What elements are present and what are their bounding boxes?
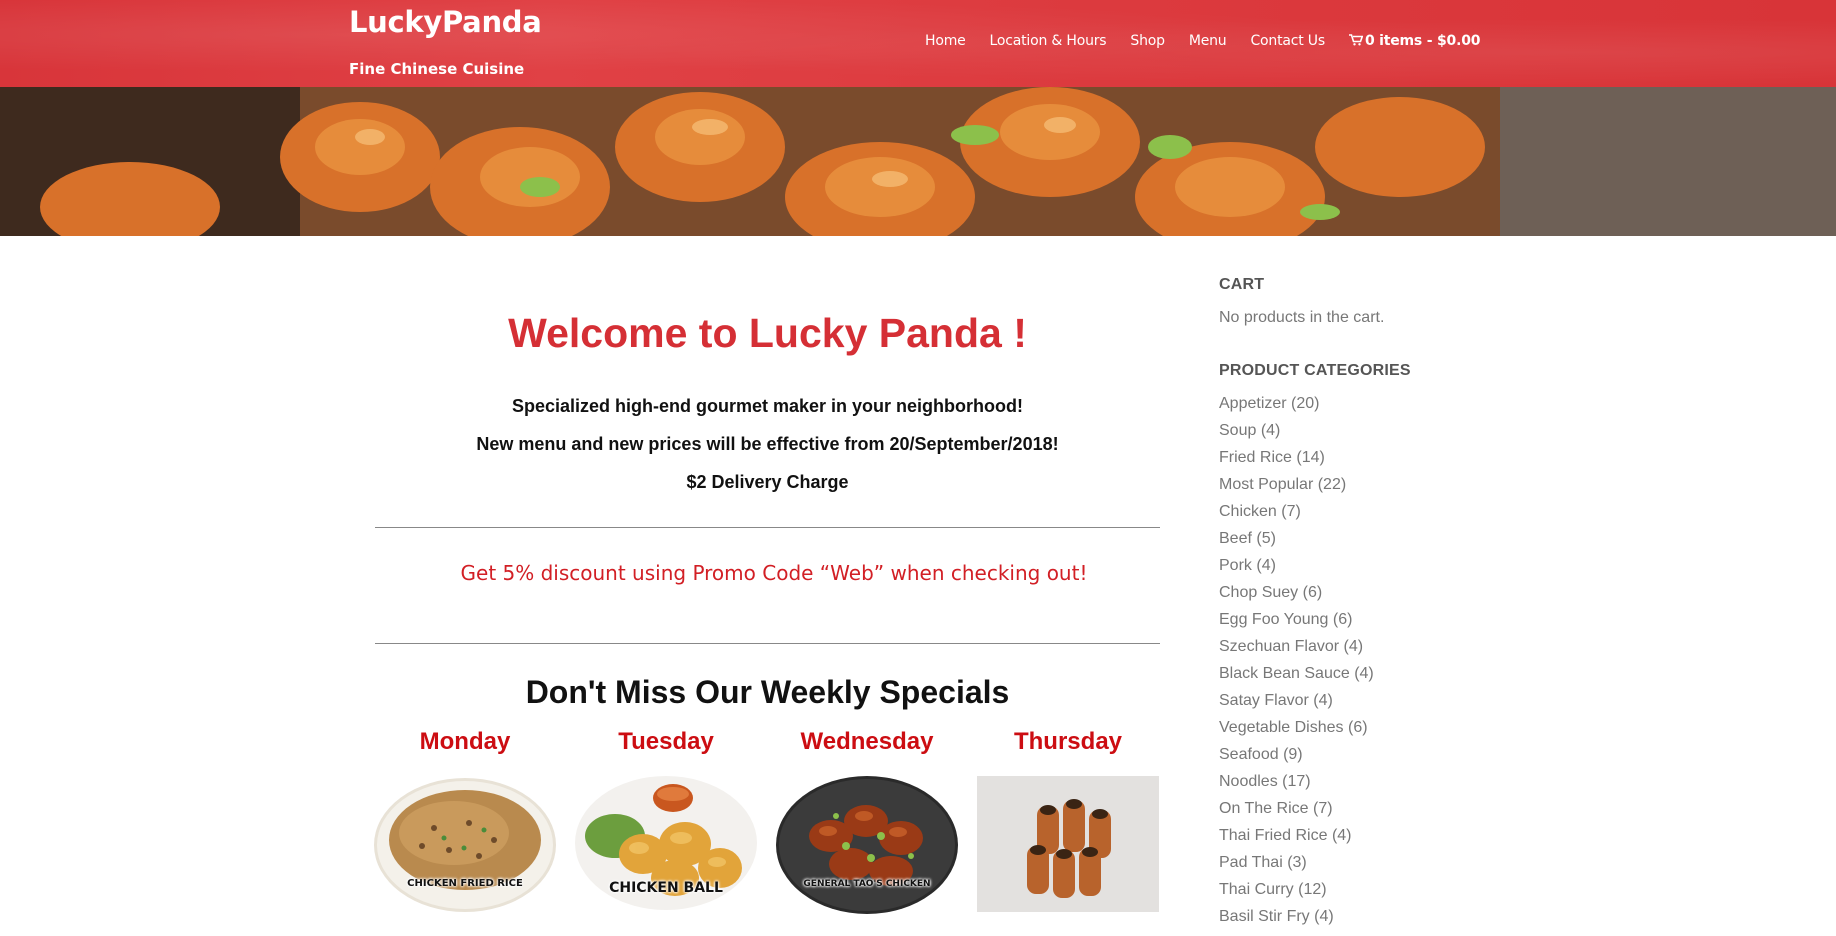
category-link[interactable]: Appetizer: [1219, 395, 1287, 412]
category-count: (7): [1281, 503, 1301, 520]
site-title[interactable]: LuckyPanda: [349, 5, 542, 39]
special-dish-image-chicken-ball[interactable]: CHICKEN BALL: [575, 776, 757, 910]
category-link[interactable]: Black Bean Sauce: [1219, 665, 1350, 682]
intro-line: New menu and new prices will be effectiv…: [476, 434, 1059, 454]
category-count: (4): [1354, 665, 1374, 682]
nav-shop[interactable]: Shop: [1130, 33, 1165, 49]
category-item: Thai Curry (12): [1219, 880, 1374, 907]
category-link[interactable]: Vegetable Dishes: [1219, 719, 1344, 736]
category-link[interactable]: Satay Flavor: [1219, 692, 1309, 709]
welcome-heading: Welcome to Lucky Panda !: [508, 310, 1027, 356]
category-link[interactable]: Chicken: [1219, 503, 1277, 520]
category-item: Szechuan Flavor (4): [1219, 637, 1374, 664]
category-link[interactable]: Egg Foo Young: [1219, 611, 1328, 628]
category-count: (20): [1291, 395, 1320, 412]
nav-contact-us[interactable]: Contact Us: [1250, 33, 1325, 49]
spring-rolls-illustration: [977, 776, 1159, 912]
category-item: On The Rice (7): [1219, 799, 1374, 826]
sidebar-cart-heading: CART: [1219, 276, 1265, 293]
category-count: (7): [1312, 800, 1333, 817]
sidebar-cart-empty-message: No products in the cart.: [1219, 309, 1385, 326]
category-item: Egg Foo Young (6): [1219, 610, 1374, 637]
promo-message: Get 5% discount using Promo Code “Web” w…: [460, 561, 1088, 585]
intro-line: $2 Delivery Charge: [686, 472, 849, 492]
category-item: Chicken (7): [1219, 502, 1374, 529]
category-item: Beef (5): [1219, 529, 1374, 556]
category-link[interactable]: Seafood: [1219, 746, 1279, 763]
hero-food-image: [0, 87, 1836, 236]
dish-caption: CHICKEN FRIED RICE: [407, 878, 523, 889]
category-link[interactable]: On The Rice: [1219, 800, 1309, 817]
main-nav: Home Location & Hours Shop Menu Contact …: [925, 33, 1481, 49]
nav-menu[interactable]: Menu: [1189, 33, 1227, 49]
category-item: Satay Flavor (4): [1219, 691, 1374, 718]
category-link[interactable]: Thai Fried Rice: [1219, 827, 1327, 844]
nav-location-hours[interactable]: Location & Hours: [990, 33, 1107, 49]
category-link[interactable]: Most Popular: [1219, 476, 1313, 493]
dish-caption: CHICKEN BALL: [609, 880, 723, 896]
header-cart-summary: 0 items - $0.00: [1364, 33, 1481, 49]
intro-line: Specialized high-end gourmet maker in yo…: [511, 396, 1024, 416]
category-count: (17): [1282, 773, 1311, 790]
category-link[interactable]: Noodles: [1219, 773, 1278, 790]
category-item: Most Popular (22): [1219, 475, 1374, 502]
category-count: (4): [1256, 557, 1276, 574]
category-count: (3): [1287, 854, 1307, 871]
product-categories-list: Appetizer (20) Soup (4) Fried Rice (14) …: [1219, 394, 1374, 934]
category-count: (4): [1314, 908, 1334, 925]
category-link[interactable]: Basil Stir Fry: [1219, 908, 1310, 925]
category-count: (14): [1296, 449, 1325, 466]
special-day-thursday: Thursday: [1013, 728, 1123, 755]
category-item: Chop Suey (6): [1219, 583, 1374, 610]
divider: [375, 643, 1160, 644]
special-day-monday: Monday: [419, 728, 511, 755]
special-day-wednesday: Wednesday: [800, 728, 934, 755]
category-link[interactable]: Soup: [1219, 422, 1256, 439]
special-dish-image-chicken-fried-rice[interactable]: CHICKEN FRIED RICE: [374, 778, 556, 912]
category-item: Vegetable Dishes (6): [1219, 718, 1374, 745]
divider: [375, 527, 1160, 528]
category-item: Soup (4): [1219, 421, 1374, 448]
category-link[interactable]: Pad Thai: [1219, 854, 1283, 871]
category-count: (6): [1302, 584, 1323, 601]
category-link[interactable]: Pork: [1219, 557, 1252, 574]
category-count: (6): [1332, 611, 1353, 628]
header-cart-link[interactable]: 0 items - $0.00: [1348, 33, 1481, 49]
category-link[interactable]: Szechuan Flavor: [1219, 638, 1339, 655]
category-item: Thai Fried Rice (4): [1219, 826, 1374, 853]
category-item: Seafood (9): [1219, 745, 1374, 772]
category-item: Noodles (17): [1219, 772, 1374, 799]
special-dish-image-spring-rolls[interactable]: [977, 776, 1159, 912]
sidebar-categories-heading: PRODUCT CATEGORIES: [1219, 362, 1411, 379]
category-count: (22): [1317, 476, 1347, 493]
category-link[interactable]: Chop Suey: [1219, 584, 1298, 601]
special-day-tuesday: Tuesday: [618, 728, 714, 755]
shopping-cart-icon: [1348, 34, 1363, 46]
category-count: (6): [1347, 719, 1368, 736]
category-count: (12): [1298, 881, 1327, 898]
site-tagline: Fine Chinese Cuisine: [349, 60, 525, 78]
category-count: (9): [1283, 746, 1303, 763]
site-header: LuckyPanda Fine Chinese Cuisine Home Loc…: [0, 0, 1836, 87]
category-count: (4): [1331, 827, 1352, 844]
general-tao-chicken-illustration: [776, 776, 958, 914]
category-item: Appetizer (20): [1219, 394, 1374, 421]
category-link[interactable]: Thai Curry: [1219, 881, 1294, 898]
category-count: (4): [1260, 422, 1281, 439]
category-link[interactable]: Fried Rice: [1219, 449, 1292, 466]
category-item: Black Bean Sauce (4): [1219, 664, 1374, 691]
fried-rice-illustration: [374, 778, 556, 912]
category-item: Pad Thai (3): [1219, 853, 1374, 880]
category-count: (5): [1256, 530, 1276, 547]
category-count: (4): [1343, 638, 1364, 655]
special-dish-image-general-taos-chicken[interactable]: GENERAL TAO'S CHICKEN: [776, 776, 958, 914]
dish-caption: GENERAL TAO'S CHICKEN: [803, 879, 931, 889]
category-item: Fried Rice (14): [1219, 448, 1374, 475]
category-count: (4): [1313, 692, 1333, 709]
category-link[interactable]: Beef: [1219, 530, 1252, 547]
nav-home[interactable]: Home: [925, 33, 966, 49]
weekly-specials-heading: Don't Miss Our Weekly Specials: [525, 674, 1010, 710]
category-item: Pork (4): [1219, 556, 1374, 583]
category-item: Basil Stir Fry (4): [1219, 907, 1374, 934]
